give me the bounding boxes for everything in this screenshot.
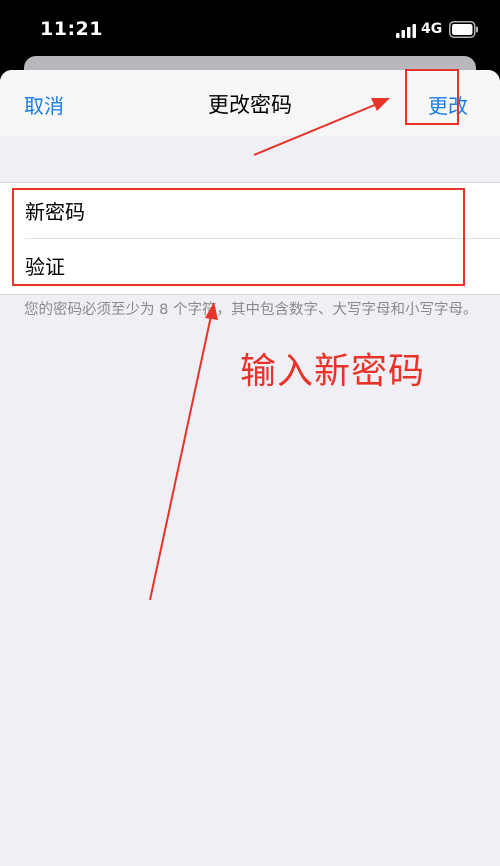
new-password-input[interactable] (145, 191, 489, 231)
verify-label: 验证 (25, 255, 65, 279)
password-hint: 您的密码必须至少为 8 个字符，其中包含数字、大写字母和小写字母。 (24, 302, 478, 318)
change-button[interactable]: 更改 (428, 90, 468, 119)
status-bar: 11:21 4G (0, 0, 500, 62)
network-label: 4G (421, 21, 443, 37)
password-form: 新密码 验证 (0, 182, 500, 295)
verify-password-input[interactable] (145, 246, 489, 286)
status-time: 11:21 (40, 18, 103, 40)
new-password-row[interactable]: 新密码 (25, 183, 500, 239)
signal-icon (396, 24, 416, 38)
verify-password-row[interactable]: 验证 (25, 238, 500, 293)
page-title: 更改密码 (208, 93, 292, 117)
navigation-bar: 取消 更改密码 更改 (0, 70, 500, 136)
change-password-sheet: 取消 更改密码 更改 新密码 验证 您的密码必须至少为 8 个字符，其中包含数字… (0, 70, 500, 866)
new-password-label: 新密码 (25, 200, 85, 224)
battery-icon (449, 21, 478, 38)
